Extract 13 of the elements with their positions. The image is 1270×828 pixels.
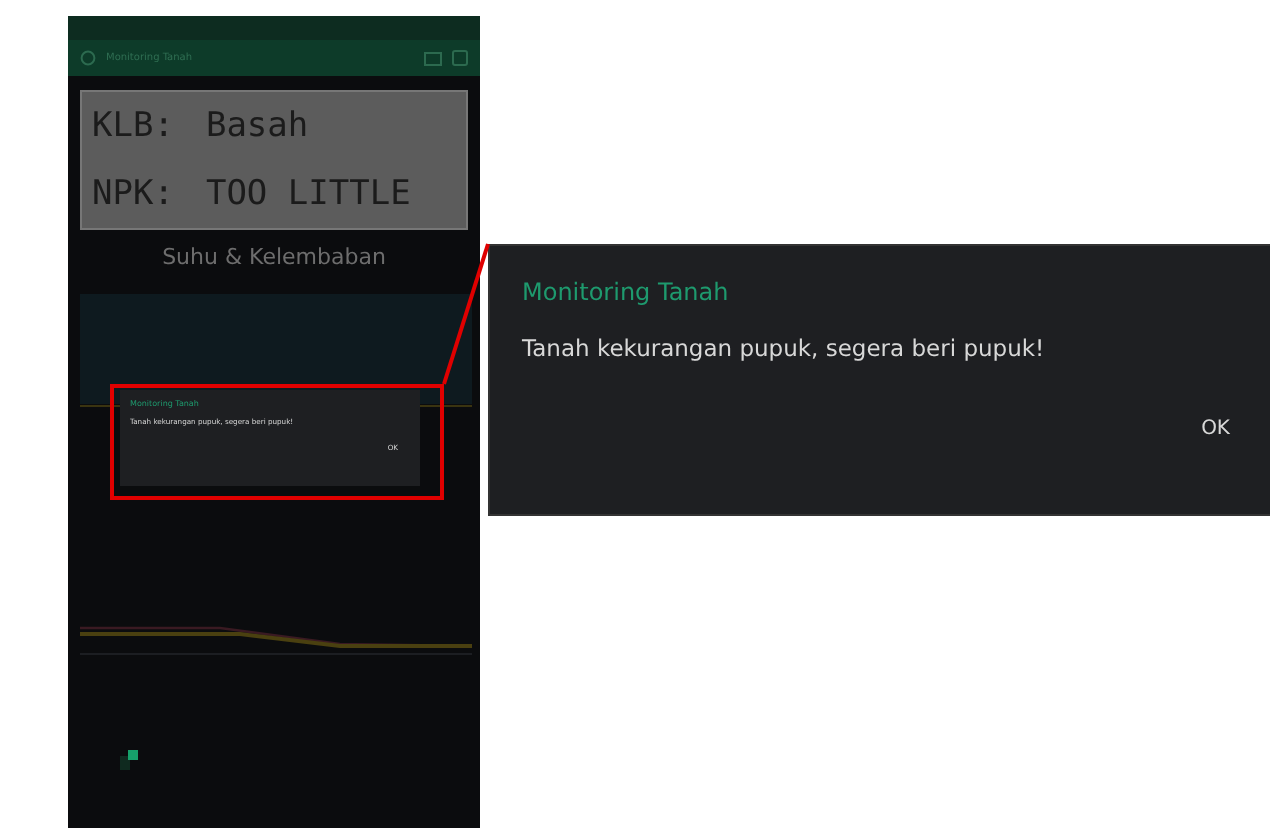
chart-widget-icon [120, 750, 140, 770]
square-icon[interactable] [452, 50, 468, 66]
lcd-value: TOO LITTLE [205, 174, 411, 214]
circle-icon[interactable] [80, 50, 96, 66]
lcd-label: NPK: [92, 174, 174, 214]
chart-title: Suhu & Kelembaban [160, 244, 388, 270]
screen-icon[interactable] [424, 51, 442, 65]
dialog-message: Tanah kekurangan pupuk, segera beri pupuk! [522, 334, 1047, 362]
ok-button[interactable]: OK [1201, 418, 1230, 440]
dialog-title: Monitoring Tanah [522, 278, 731, 306]
lcd-label: KLB: [92, 106, 174, 146]
lcd-value: Basah [205, 106, 309, 146]
leader-line [442, 242, 490, 386]
